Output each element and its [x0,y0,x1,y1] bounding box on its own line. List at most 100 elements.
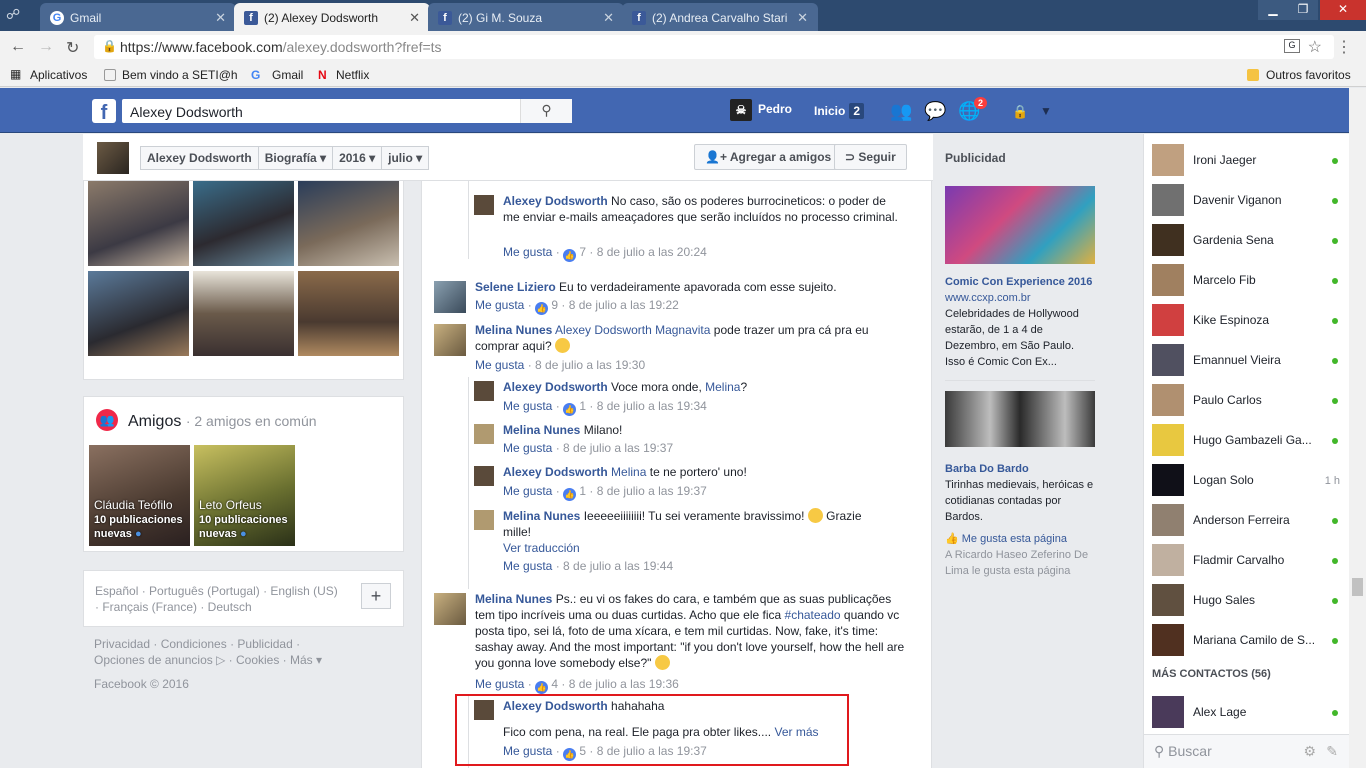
close-icon[interactable]: ✕ [409,10,420,26]
facebook-logo-icon[interactable]: f [92,99,116,124]
chat-contact[interactable]: Hugo Sales [1152,582,1348,616]
tab-gmail[interactable]: G Gmail ✕ [40,3,236,31]
avatar[interactable] [474,381,494,401]
photo-thumb[interactable] [298,181,399,266]
crumb-biografia[interactable]: Biografía ▾ [259,147,334,169]
ad-image[interactable] [945,186,1095,264]
chat-contact[interactable]: Ironi Jaeger [1152,142,1348,176]
add-language-button[interactable]: + [361,583,391,609]
tab-gi-souza[interactable]: f (2) Gi M. Souza ✕ [428,3,624,31]
avatar[interactable] [474,510,494,530]
tab-alexey[interactable]: f (2) Alexey Dodsworth ✕ [234,3,430,31]
photo-thumb[interactable] [193,181,294,266]
forward-icon[interactable]: → [38,38,54,56]
avatar[interactable] [474,424,494,444]
profile-link[interactable]: ☠ Pedro [730,99,792,121]
page-scrollbar[interactable] [1349,88,1366,768]
bookmark-netflix[interactable]: Netflix [336,68,369,82]
chat-search-input[interactable]: ⚲ Buscar ⚙ ✎ [1144,734,1350,768]
compose-icon[interactable]: ✎ [1326,743,1338,760]
like-link[interactable]: Me gusta [503,245,552,259]
like-link[interactable]: Me gusta [503,559,552,573]
avatar[interactable] [434,281,466,313]
chat-contact[interactable]: Hugo Gambazeli Ga... [1152,422,1348,456]
laughing-emoji-icon [555,338,571,353]
bookmark-other[interactable]: Outros favoritos [1266,68,1351,82]
chat-contact[interactable]: Marcelo Fib [1152,262,1348,296]
chevron-down-icon[interactable]: ▼ [1040,104,1052,118]
avatar[interactable] [474,195,494,215]
tab-andrea[interactable]: f (2) Andrea Carvalho Stari ✕ [622,3,818,31]
close-icon[interactable]: ✕ [603,10,614,26]
photo-thumb[interactable] [193,271,294,356]
see-translation-link[interactable]: Ver traducción [503,540,580,556]
scrollbar-thumb[interactable] [1352,578,1363,596]
avatar [1152,424,1184,456]
avatar[interactable] [434,593,466,625]
search-icon[interactable]: ⚲ [520,99,572,123]
avatar[interactable] [97,142,129,174]
friend-card[interactable]: Leto Orfeus 10 publicaciones nuevas ● [194,445,295,546]
search-input[interactable]: Alexey Dodsworth ⚲ [122,99,572,123]
language-links[interactable]: Español · Português (Portugal) · English… [95,583,403,599]
bookmark-apps[interactable]: Aplicativos [30,68,87,82]
online-status-icon [1332,398,1338,404]
ad-title[interactable]: Barba Do Bardo [945,461,1095,477]
chat-contact[interactable]: Paulo Carlos [1152,382,1348,416]
highlight-box [455,694,849,766]
comments-feed: Alexey Dodsworth No caso, são os poderes… [421,181,932,768]
close-icon[interactable]: ✕ [215,10,226,26]
chat-contact[interactable]: Alex Lage [1152,694,1348,728]
bookmark-seti[interactable]: Bem vindo a SETI@ho [122,68,238,82]
like-link[interactable]: Me gusta [475,298,524,312]
photo-thumb[interactable] [298,271,399,356]
back-icon[interactable]: ← [10,38,26,56]
reload-icon[interactable]: ↻ [66,38,79,58]
bookmark-gmail[interactable]: Gmail [272,68,303,82]
photos-grid [83,181,404,380]
photo-thumb[interactable] [88,181,189,266]
privacy-icon[interactable]: 🔒 [1012,104,1028,120]
friend-requests-icon[interactable]: 👥 [890,101,912,122]
ad-title[interactable]: Comic Con Experience 2016 [945,274,1095,290]
maximize-button[interactable]: ❐ [1288,0,1318,20]
chat-contact[interactable]: Mariana Camilo de S... [1152,622,1348,656]
friend-card[interactable]: Cláudia Teófilo 10 publicaciones nuevas ● [89,445,190,546]
like-page-link[interactable]: 👍 Me gusta esta página [945,531,1095,547]
minimize-button[interactable]: ▁ [1258,0,1288,20]
chat-contact[interactable]: Fladmir Carvalho [1152,542,1348,576]
url-input[interactable]: 🔒 https://www.facebook.com/alexey.dodswor… [94,35,1334,59]
photo-thumb[interactable] [88,271,189,356]
avatar [1152,144,1184,176]
close-icon[interactable]: ✕ [797,10,808,26]
crumb-name[interactable]: Alexey Dodsworth [141,147,259,169]
star-icon[interactable]: ☆ [1308,37,1322,57]
like-link[interactable]: Me gusta [503,399,552,413]
chat-contact[interactable]: Kike Espinoza [1152,302,1348,336]
avatar[interactable] [434,324,466,356]
follow-button[interactable]: ⊃ Seguir [834,144,907,170]
crumb-month[interactable]: julio ▾ [382,147,428,169]
gear-icon[interactable]: ⚙ [1303,743,1316,760]
chat-contact[interactable]: Davenir Viganon [1152,182,1348,216]
chat-contact[interactable]: Logan Solo 1 h [1152,462,1348,496]
like-link[interactable]: Me gusta [475,358,524,372]
like-link[interactable]: Me gusta [503,441,552,455]
chat-contact[interactable]: Anderson Ferreira [1152,502,1348,536]
friends-title[interactable]: Amigos · 2 amigos en común [128,413,317,431]
translate-icon[interactable]: G [1284,39,1300,53]
like-link[interactable]: Me gusta [475,677,524,691]
like-link[interactable]: Me gusta [503,484,552,498]
menu-icon[interactable]: ⋮ [1336,37,1352,57]
close-window-button[interactable]: ✕ [1320,0,1366,20]
avatar[interactable] [474,466,494,486]
crumb-year[interactable]: 2016 ▾ [333,147,383,169]
ad-image[interactable] [945,391,1095,447]
like-icon: 👍 [563,249,577,262]
add-friend-button[interactable]: 👤+ Agregar a amigos [694,144,843,170]
home-link[interactable]: Inicio 2 [814,103,865,119]
messages-icon[interactable]: 💬 [924,101,946,122]
chat-contact[interactable]: Emannuel Vieira [1152,342,1348,376]
language-links[interactable]: · Français (France) · Deutsch [95,599,403,615]
chat-contact[interactable]: Gardenia Sena [1152,222,1348,256]
